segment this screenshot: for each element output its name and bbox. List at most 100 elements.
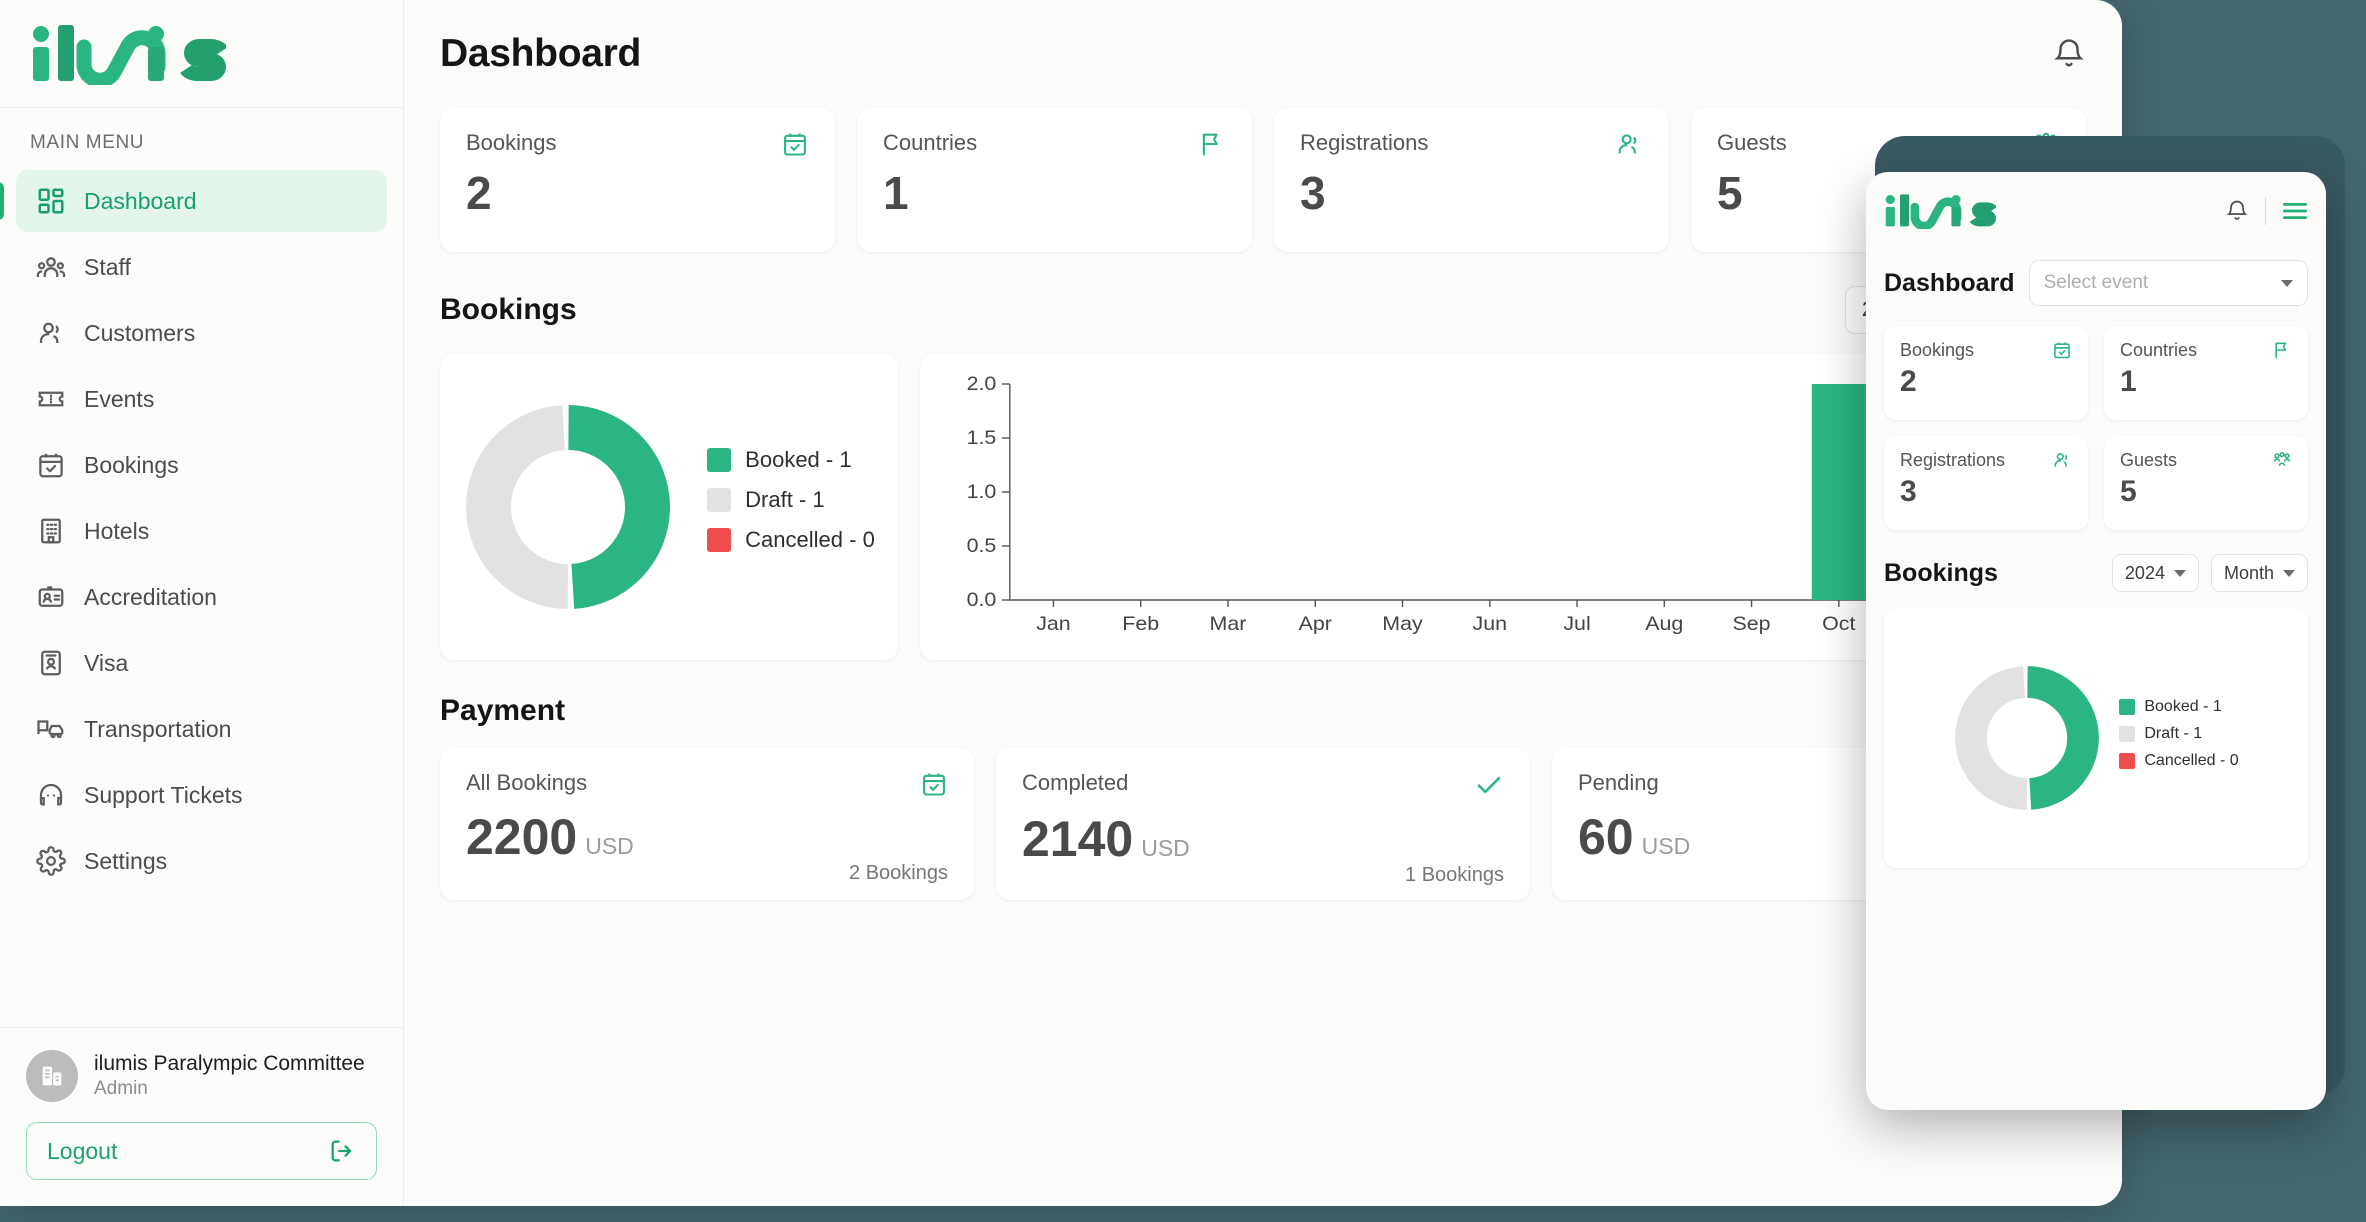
legend-label-cancelled: Cancelled - 0: [2144, 751, 2239, 769]
calendar-check-icon: [2054, 342, 2070, 359]
sidebar-item-label: Staff: [84, 253, 131, 280]
svg-text:Jan: Jan: [1036, 614, 1070, 635]
svg-text:Oct: Oct: [1822, 614, 1856, 635]
sidebar-item-events[interactable]: Events: [16, 368, 387, 430]
calendar-check-icon: [784, 133, 806, 156]
avatar: [26, 1050, 78, 1102]
svg-text:2.0: 2.0: [967, 374, 997, 395]
sidebar-item-label: Dashboard: [84, 187, 197, 214]
sidebar-item-bookings[interactable]: Bookings: [16, 434, 387, 496]
kpi-card-registrations[interactable]: Registrations 3: [1274, 108, 1669, 252]
kpi-label: Countries: [2120, 340, 2198, 360]
sidebar-item-label: Bookings: [84, 451, 179, 478]
sidebar-item-label: Accreditation: [84, 583, 217, 610]
svg-text:0.0: 0.0: [967, 590, 997, 611]
mobile-bookings-header: Bookings 2024 Month: [1884, 554, 2308, 592]
sidebar-item-label: Visa: [84, 649, 129, 676]
mobile-period-filter-value: Month: [2223, 562, 2274, 583]
calendar-check-icon: [923, 773, 945, 796]
sidebar-item-accreditation[interactable]: Accreditation: [16, 566, 387, 628]
logout-button[interactable]: Logout: [26, 1122, 377, 1180]
svg-text:Aug: Aug: [1645, 614, 1683, 635]
sidebar-footer: ilumis Paralympic Committee Admin Logout: [0, 1027, 403, 1206]
mobile-preview-panel: Dashboard Select event Bookings 2 Countr…: [1866, 172, 2326, 1110]
hotel-building-icon: [41, 518, 61, 544]
bookings-donut-chart-card: Booked - 1 Draft - 1 Cancelled - 0: [440, 354, 898, 660]
kpi-label: Registrations: [1900, 450, 2006, 470]
mobile-kpi-card-registrations[interactable]: Registrations 3: [1884, 436, 2088, 530]
mobile-kpi-card-countries[interactable]: Countries 1: [2104, 326, 2308, 420]
payment-subtext: 1 Bookings: [1405, 864, 1504, 886]
kpi-value: 3: [1900, 475, 1917, 508]
flag-icon: [1202, 133, 1218, 156]
mobile-year-filter-dropdown[interactable]: 2024: [2111, 554, 2199, 592]
payment-amount: 2140: [1022, 811, 1134, 867]
svg-text:Jun: Jun: [1473, 614, 1507, 635]
profile-role: Admin: [94, 1078, 148, 1100]
legend-label-cancelled: Cancelled - 0: [745, 527, 875, 552]
visa-document-icon: [41, 650, 61, 676]
mobile-bookings-filters: 2024 Month: [2111, 554, 2308, 592]
flag-icon: [2275, 342, 2287, 359]
sidebar-item-hotels[interactable]: Hotels: [16, 500, 387, 562]
divider: [2265, 197, 2266, 225]
sidebar-item-label: Events: [84, 385, 155, 412]
mobile-header-row: Dashboard Select event: [1884, 260, 2308, 306]
sidebar-item-dashboard[interactable]: Dashboard: [0, 170, 387, 232]
payment-currency: USD: [1641, 833, 1691, 859]
svg-text:May: May: [1382, 614, 1423, 635]
mobile-year-filter-value: 2024: [2124, 562, 2165, 583]
section-title-bookings: Bookings: [440, 293, 577, 326]
legend-swatch-booked: [707, 448, 732, 472]
mobile-period-filter-dropdown[interactable]: Month: [2210, 554, 2308, 592]
check-icon: [1477, 776, 1501, 794]
sidebar-item-transportation[interactable]: Transportation: [16, 698, 387, 760]
payment-label: Completed: [1022, 770, 1129, 795]
people-icon: [2054, 453, 2068, 467]
mobile-donut-legend: Booked - 1 Draft - 1 Cancelled - 0: [2119, 698, 2239, 779]
sidebar-item-visa[interactable]: Visa: [16, 632, 387, 694]
payment-card-all-bookings[interactable]: All Bookings 2200 USD 2 Bookings: [440, 748, 974, 900]
kpi-card-bookings[interactable]: Bookings 2: [440, 108, 835, 252]
svg-text:Mar: Mar: [1210, 614, 1247, 635]
profile-row[interactable]: ilumis Paralympic Committee Admin: [26, 1050, 377, 1102]
ilumis-logo-icon[interactable]: [1884, 193, 1996, 229]
event-select-dropdown[interactable]: Select event: [2028, 260, 2308, 306]
calendar-check-icon: [39, 453, 63, 478]
bookings-donut-chart: [466, 405, 671, 609]
hamburger-menu-icon[interactable]: [2282, 201, 2308, 221]
section-title-payment: Payment: [440, 694, 566, 727]
svg-text:Feb: Feb: [1122, 614, 1159, 635]
sidebar-item-label: Hotels: [84, 517, 150, 544]
screen: MAIN MENU Dashboard Staff Customers Even…: [0, 0, 2366, 1222]
page-title: Dashboard: [440, 32, 642, 75]
kpi-label: Registrations: [1300, 130, 1429, 155]
sidebar-item-label: Settings: [84, 847, 168, 874]
app-logo[interactable]: [0, 0, 403, 108]
profile-name: ilumis Paralympic Committee: [94, 1052, 365, 1075]
payment-card-completed[interactable]: Completed 2140 USD 1 Bookings: [996, 748, 1530, 900]
sidebar-item-customers[interactable]: Customers: [16, 302, 387, 364]
sidebar-item-support-tickets[interactable]: Support Tickets: [16, 764, 387, 826]
notification-bell-icon[interactable]: [2052, 37, 2086, 71]
mobile-kpi-card-bookings[interactable]: Bookings 2: [1884, 326, 2088, 420]
sidebar-item-staff[interactable]: Staff: [16, 236, 387, 298]
kpi-label: Bookings: [466, 130, 557, 155]
sidebar-item-label: Transportation: [84, 715, 232, 742]
kpi-label: Guests: [1717, 130, 1787, 155]
legend-item-cancelled: Cancelled - 0: [2119, 751, 2239, 770]
svg-text:Sep: Sep: [1733, 614, 1771, 635]
kpi-value: 1: [2120, 365, 2137, 398]
kpi-value: 5: [2120, 475, 2137, 508]
payment-row: All Bookings 2200 USD 2 Bookings Complet…: [440, 748, 2086, 900]
svg-text:Jul: Jul: [1563, 614, 1590, 635]
mobile-kpi-card-guests[interactable]: Guests 5: [2104, 436, 2308, 530]
legend-swatch-draft: [2119, 725, 2136, 742]
gear-icon: [36, 846, 66, 876]
notification-bell-icon[interactable]: [2225, 199, 2249, 223]
legend-swatch-draft: [707, 488, 732, 512]
sidebar-item-label: Customers: [84, 319, 196, 346]
legend-item-cancelled: Cancelled - 0: [707, 527, 875, 553]
sidebar-item-settings[interactable]: Settings: [16, 830, 387, 892]
kpi-card-countries[interactable]: Countries 1: [857, 108, 1252, 252]
